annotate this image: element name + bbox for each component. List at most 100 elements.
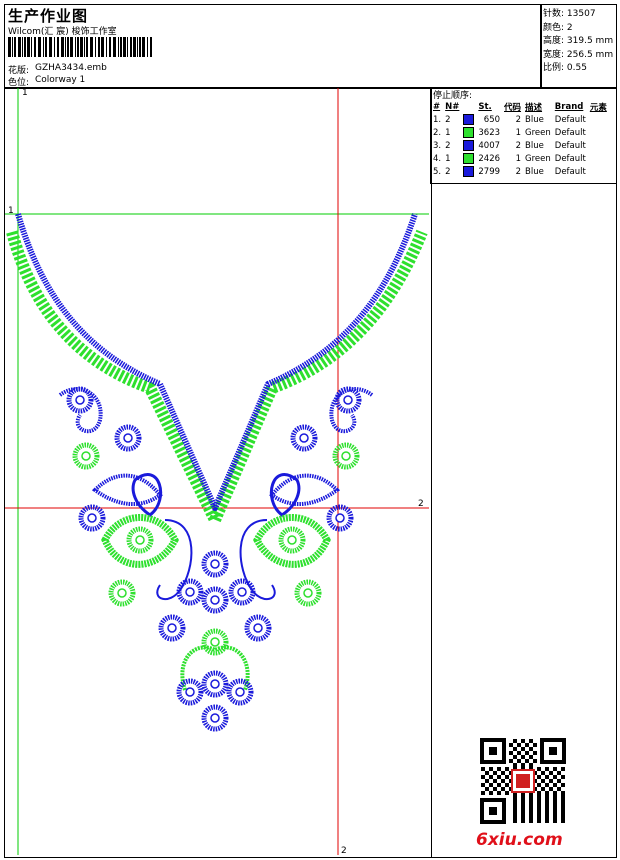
qr-cell (553, 807, 557, 811)
qr-cell (545, 815, 549, 819)
rosette-green (204, 631, 226, 653)
qr-cell (553, 791, 557, 795)
qr-cell (541, 787, 545, 791)
guide-marker-right: 2 (418, 499, 424, 509)
qr-cell (537, 811, 541, 815)
qr-cell (537, 783, 541, 787)
right-leaf-blue (269, 473, 341, 507)
qr-cell (533, 751, 537, 755)
qr-cell (497, 767, 501, 771)
rosette-green (129, 529, 151, 551)
qr-cell (553, 767, 557, 771)
qr-cell (525, 759, 529, 763)
qr-cell (537, 799, 541, 803)
qr-cell (501, 771, 505, 775)
qr-cell (525, 751, 529, 755)
qr-cell (489, 775, 493, 779)
qr-cell (537, 795, 541, 799)
qr-cell (493, 787, 497, 791)
qr-cell (513, 739, 517, 743)
qr-cell (517, 759, 521, 763)
qr-cell (549, 771, 553, 775)
qr-cell (481, 775, 485, 779)
qr-cell (517, 743, 521, 747)
qr-cell (533, 743, 537, 747)
qr-cell (561, 775, 565, 779)
qr-cell (529, 819, 533, 823)
guide-marker-left: 1 (8, 206, 14, 216)
qr-cell (529, 739, 533, 743)
qr-cell (501, 787, 505, 791)
qr-cell (545, 791, 549, 795)
qr-cell (561, 791, 565, 795)
qr-cell (529, 815, 533, 819)
qr-cell (521, 815, 525, 819)
qr-cell (517, 751, 521, 755)
qr-cell (561, 767, 565, 771)
qr-cell (561, 783, 565, 787)
qr-cell (513, 763, 517, 767)
qr-cell (545, 767, 549, 771)
qr-cell (521, 799, 525, 803)
qr-cell (557, 771, 561, 775)
rosette-blue (293, 427, 315, 449)
qr-cell (553, 795, 557, 799)
rosette-green (297, 582, 319, 604)
qr-cell (549, 787, 553, 791)
qr-cell (505, 767, 509, 771)
qr-cell (537, 815, 541, 819)
qr-cell (561, 795, 565, 799)
qr-cell (521, 763, 525, 767)
qr-cell (489, 767, 493, 771)
qr-cell (481, 767, 485, 771)
qr-cell (513, 755, 517, 759)
rosette-blue (229, 681, 251, 703)
rosette-blue (204, 707, 226, 729)
qr-cell (537, 807, 541, 811)
qr-cell (513, 803, 517, 807)
qr-cell (545, 819, 549, 823)
rosette-green (111, 582, 133, 604)
qr-cell (529, 795, 533, 799)
rosette-green (75, 445, 97, 467)
qr-cell (557, 779, 561, 783)
qr-cell (521, 795, 525, 799)
qr-cell (513, 747, 517, 751)
qr-cell (545, 799, 549, 803)
qr-cell (513, 819, 517, 823)
rosette-blue (81, 507, 103, 529)
qr-cell (485, 779, 489, 783)
qr-cell (497, 783, 501, 787)
qr-cell (545, 807, 549, 811)
qr-cell (553, 775, 557, 779)
qr-cell (525, 743, 529, 747)
qr-cell (553, 815, 557, 819)
qr-cell (537, 819, 541, 823)
qr-cell (513, 815, 517, 819)
qr-cell (521, 739, 525, 743)
rosette-blue (204, 553, 226, 575)
qr-cell (521, 755, 525, 759)
qr-cell (529, 807, 533, 811)
qr-cell (505, 791, 509, 795)
rosette-blue (329, 507, 351, 529)
qr-cell (497, 791, 501, 795)
rosette-blue (179, 681, 201, 703)
qr-code (480, 738, 566, 824)
rosette-blue (179, 581, 201, 603)
qr-cell (561, 807, 565, 811)
qr-cell (509, 759, 513, 763)
qr-cell (561, 815, 565, 819)
rosette-blue (204, 589, 226, 611)
rosette-blue (231, 581, 253, 603)
qr-cell (521, 811, 525, 815)
qr-cell (545, 803, 549, 807)
qr-cell (541, 779, 545, 783)
qr-cell (509, 743, 513, 747)
qr-cell (529, 799, 533, 803)
qr-cell (521, 819, 525, 823)
qr-cell (485, 771, 489, 775)
qr-cell (537, 767, 541, 771)
rosette-blue (247, 617, 269, 639)
watermark-logo: 6xiu.com (476, 830, 563, 850)
